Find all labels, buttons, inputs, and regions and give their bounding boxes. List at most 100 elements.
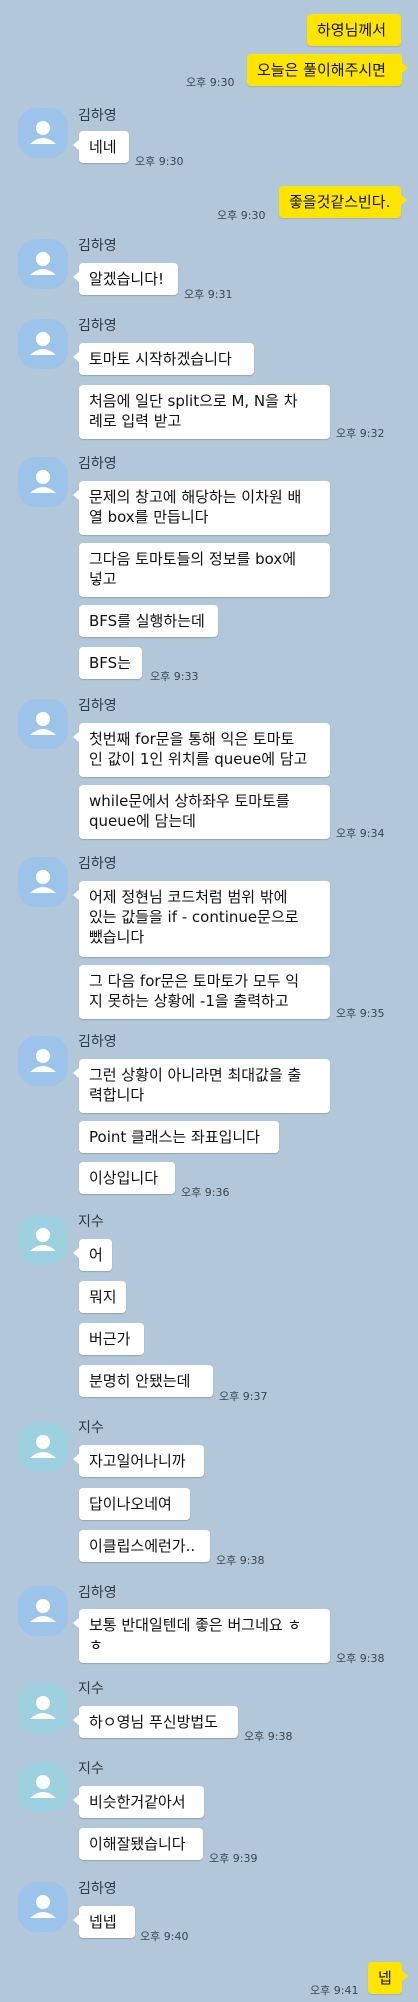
- message-text: 력합니다: [89, 1086, 145, 1104]
- message-text: 뺐습니다: [89, 928, 145, 946]
- profile-avatar[interactable]: [18, 1882, 68, 1932]
- sender-name: 김하영: [78, 108, 117, 124]
- message-timestamp: 오후 9:36: [181, 1186, 230, 1199]
- message-text: 넵넵: [89, 1913, 117, 1931]
- profile-avatar[interactable]: [18, 1586, 68, 1636]
- message-timestamp: 오후 9:33: [150, 670, 199, 683]
- message-text: 어: [89, 1246, 103, 1264]
- incoming-message[interactable]: BFS는: [79, 647, 142, 679]
- message-text: 열 box를 만듭니다: [89, 508, 209, 526]
- incoming-message[interactable]: 뭐지: [79, 1281, 126, 1313]
- message-text: 그런 상황이 아니라면 최대값을 출: [89, 1066, 302, 1084]
- message-text: BFS는: [89, 654, 131, 672]
- message-timestamp: 오후 9:30: [186, 76, 235, 89]
- incoming-message[interactable]: 어제 정현님 코드처럼 범위 밖에 있는 값들을 if - continue문으로…: [73, 881, 330, 957]
- profile-avatar[interactable]: [18, 1215, 68, 1265]
- incoming-message[interactable]: 문제의 창고에 해당하는 이차원 배열 box를 만듭니다: [73, 481, 330, 535]
- sender-name: 김하영: [78, 1585, 117, 1601]
- incoming-message[interactable]: 토마토 시작하겠습니다: [73, 343, 254, 375]
- person-icon: [30, 1435, 56, 1458]
- person-icon: [30, 1049, 56, 1072]
- incoming-message[interactable]: 하ㅇ영님 푸신방법도: [73, 1706, 238, 1738]
- person-icon: [30, 470, 56, 493]
- incoming-message[interactable]: BFS를 실행하는데: [79, 605, 218, 637]
- incoming-message[interactable]: 이상입니다: [79, 1162, 175, 1194]
- message-timestamp: 오후 9:40: [140, 1930, 189, 1943]
- message-text: 이클립스에런가..: [89, 1537, 196, 1555]
- sender-name: 김하영: [78, 238, 117, 254]
- message-text: 하영님께서: [317, 21, 387, 39]
- incoming-message[interactable]: 처음에 일단 split으로 M, N을 차례로 입력 받고: [79, 385, 330, 439]
- sender-name: 지수: [78, 1681, 104, 1697]
- incoming-message[interactable]: 네네: [73, 131, 129, 163]
- incoming-message[interactable]: 넵넵: [73, 1906, 135, 1938]
- message-timestamp: 오후 9:30: [217, 209, 266, 222]
- profile-avatar[interactable]: [18, 319, 68, 369]
- message-text: 지 못하는 상황에 -1을 출력하고: [89, 992, 289, 1010]
- profile-avatar[interactable]: [18, 699, 68, 749]
- message-text: ㅎ: [89, 1636, 103, 1654]
- sender-name: 김하영: [78, 456, 117, 472]
- message-text: 좋을것같스빈다.: [289, 193, 391, 211]
- message-timestamp: 오후 9:38: [216, 1554, 265, 1567]
- message-text: 넵: [378, 1969, 392, 1987]
- incoming-message[interactable]: 그 다음 for문은 토마토가 모두 익지 못하는 상황에 -1을 출력하고: [79, 965, 330, 1019]
- message-text: 보통 반대일텐데 좋은 버그네요 ㅎ: [89, 1616, 302, 1634]
- message-text: while문에서 상하좌우 토마토를: [89, 792, 290, 810]
- sender-name: 지수: [78, 1214, 104, 1230]
- message-timestamp: 오후 9:38: [336, 1652, 385, 1665]
- incoming-message[interactable]: 알겠습니다!: [73, 263, 178, 295]
- profile-avatar[interactable]: [18, 1422, 68, 1472]
- incoming-message[interactable]: 비슷한거같아서: [73, 1786, 204, 1818]
- person-icon: [30, 121, 56, 144]
- incoming-message[interactable]: 보통 반대일텐데 좋은 버그네요 ㅎㅎ: [73, 1609, 330, 1663]
- profile-avatar[interactable]: [18, 1762, 68, 1812]
- incoming-message[interactable]: 그다음 토마토들의 정보를 box에 넣고: [79, 543, 330, 597]
- message-timestamp: 오후 9:30: [135, 155, 184, 168]
- person-icon: [30, 712, 56, 735]
- profile-avatar[interactable]: [18, 1683, 68, 1733]
- incoming-message[interactable]: 분명히 안됐는데: [79, 1365, 213, 1397]
- message-text: 그다음 토마토들의 정보를 box에: [89, 550, 297, 568]
- incoming-message[interactable]: while문에서 상하좌우 토마토를 queue에 담는데: [79, 785, 330, 839]
- message-text: 처음에 일단 split으로 M, N을 차: [89, 392, 298, 410]
- incoming-message[interactable]: Point 클래스는 좌표입니다: [79, 1121, 279, 1153]
- message-text: 네네: [89, 138, 117, 156]
- incoming-message[interactable]: 첫번째 for문을 통해 익은 토마토 인 값이 1인 위치를 queue에 담고: [73, 723, 330, 777]
- incoming-message[interactable]: 자고일어나니까: [73, 1445, 204, 1477]
- message-text: 첫번째 for문을 통해 익은 토마토: [89, 730, 295, 748]
- incoming-message[interactable]: 이해잘됐습니다: [79, 1828, 203, 1860]
- message-text: 알겠습니다!: [89, 270, 165, 288]
- message-text: 이해잘됐습니다: [89, 1835, 186, 1853]
- message-timestamp: 오후 9:32: [336, 427, 385, 440]
- message-text: 뭐지: [89, 1288, 117, 1306]
- message-timestamp: 오후 9:37: [219, 1390, 268, 1403]
- person-icon: [30, 870, 56, 893]
- incoming-message[interactable]: 이클립스에런가..: [79, 1530, 210, 1562]
- incoming-message[interactable]: 답이나오네여: [79, 1488, 190, 1520]
- person-icon: [30, 252, 56, 275]
- sender-name: 김하영: [78, 1881, 117, 1897]
- person-icon: [30, 332, 56, 355]
- message-text: 분명히 안됐는데: [89, 1372, 191, 1390]
- incoming-message[interactable]: 그런 상황이 아니라면 최대값을 출력합니다: [73, 1059, 330, 1113]
- outgoing-message[interactable]: 좋을것같스빈다.: [279, 186, 407, 218]
- outgoing-message[interactable]: 오늘은 풀이해주시면: [247, 54, 408, 86]
- incoming-message[interactable]: 버근가: [79, 1323, 144, 1355]
- profile-avatar[interactable]: [18, 239, 68, 289]
- message-text: 례로 입력 받고: [89, 412, 182, 430]
- outgoing-message[interactable]: 하영님께서: [307, 14, 401, 46]
- profile-avatar[interactable]: [18, 1036, 68, 1086]
- profile-avatar[interactable]: [18, 108, 68, 158]
- chat-area: 하영님께서 오늘은 풀이해주시면 오후 9:30 김하영 네네 오후 9:30 …: [0, 0, 418, 2002]
- profile-avatar[interactable]: [18, 457, 68, 507]
- incoming-message[interactable]: 어: [73, 1239, 112, 1271]
- sender-name: 김하영: [78, 856, 117, 872]
- sender-name: 김하영: [78, 698, 117, 714]
- person-icon: [30, 1696, 56, 1719]
- message-text: 오늘은 풀이해주시면: [257, 61, 386, 79]
- outgoing-message[interactable]: 넵: [368, 1962, 408, 1994]
- profile-avatar[interactable]: [18, 857, 68, 907]
- message-text: 토마토 시작하겠습니다: [89, 350, 232, 368]
- person-icon: [30, 1599, 56, 1622]
